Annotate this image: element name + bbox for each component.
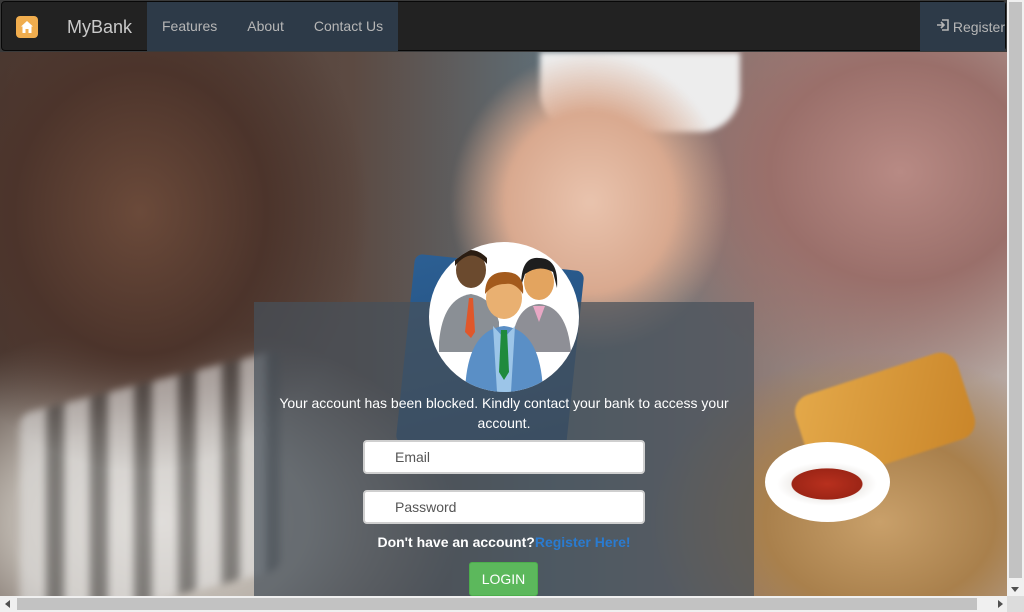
scroll-left-arrow-icon[interactable] [5,600,10,608]
bg-sauce-bowl [765,442,890,522]
signup-prompt: Don't have an account? [377,534,535,550]
register-here-link[interactable]: Register Here! [535,534,631,550]
nav-link-features[interactable]: Features [147,2,232,51]
top-navbar: MyBank Features About Contact Us Registe… [1,1,1006,51]
scroll-down-arrow-icon[interactable] [1011,587,1019,592]
password-field[interactable] [363,490,645,524]
account-blocked-message: Your account has been blocked. Kindly co… [279,395,729,431]
scrollbar-corner [1007,596,1024,612]
home-icon[interactable] [16,16,38,38]
signup-line: Don't have an account?Register Here! [254,534,754,550]
nav-link-contact[interactable]: Contact Us [299,2,398,51]
nav-links: Features About Contact Us [147,2,399,51]
bg-grill-shape [20,349,280,596]
sign-in-icon [936,18,950,35]
vertical-scrollbar[interactable] [1007,0,1024,596]
horizontal-scrollbar[interactable] [0,596,1007,612]
nav-link-about[interactable]: About [232,2,299,51]
register-nav-button[interactable]: Register [920,2,1005,51]
brand-name[interactable]: MyBank [67,16,132,38]
horizontal-scroll-thumb[interactable] [17,598,977,610]
vertical-scroll-thumb[interactable] [1009,2,1022,578]
register-label: Register [952,18,1005,35]
scroll-right-arrow-icon[interactable] [998,600,1003,608]
email-field[interactable] [363,440,645,474]
user-group-icon [429,242,579,392]
login-button[interactable]: LOGIN [469,562,538,596]
